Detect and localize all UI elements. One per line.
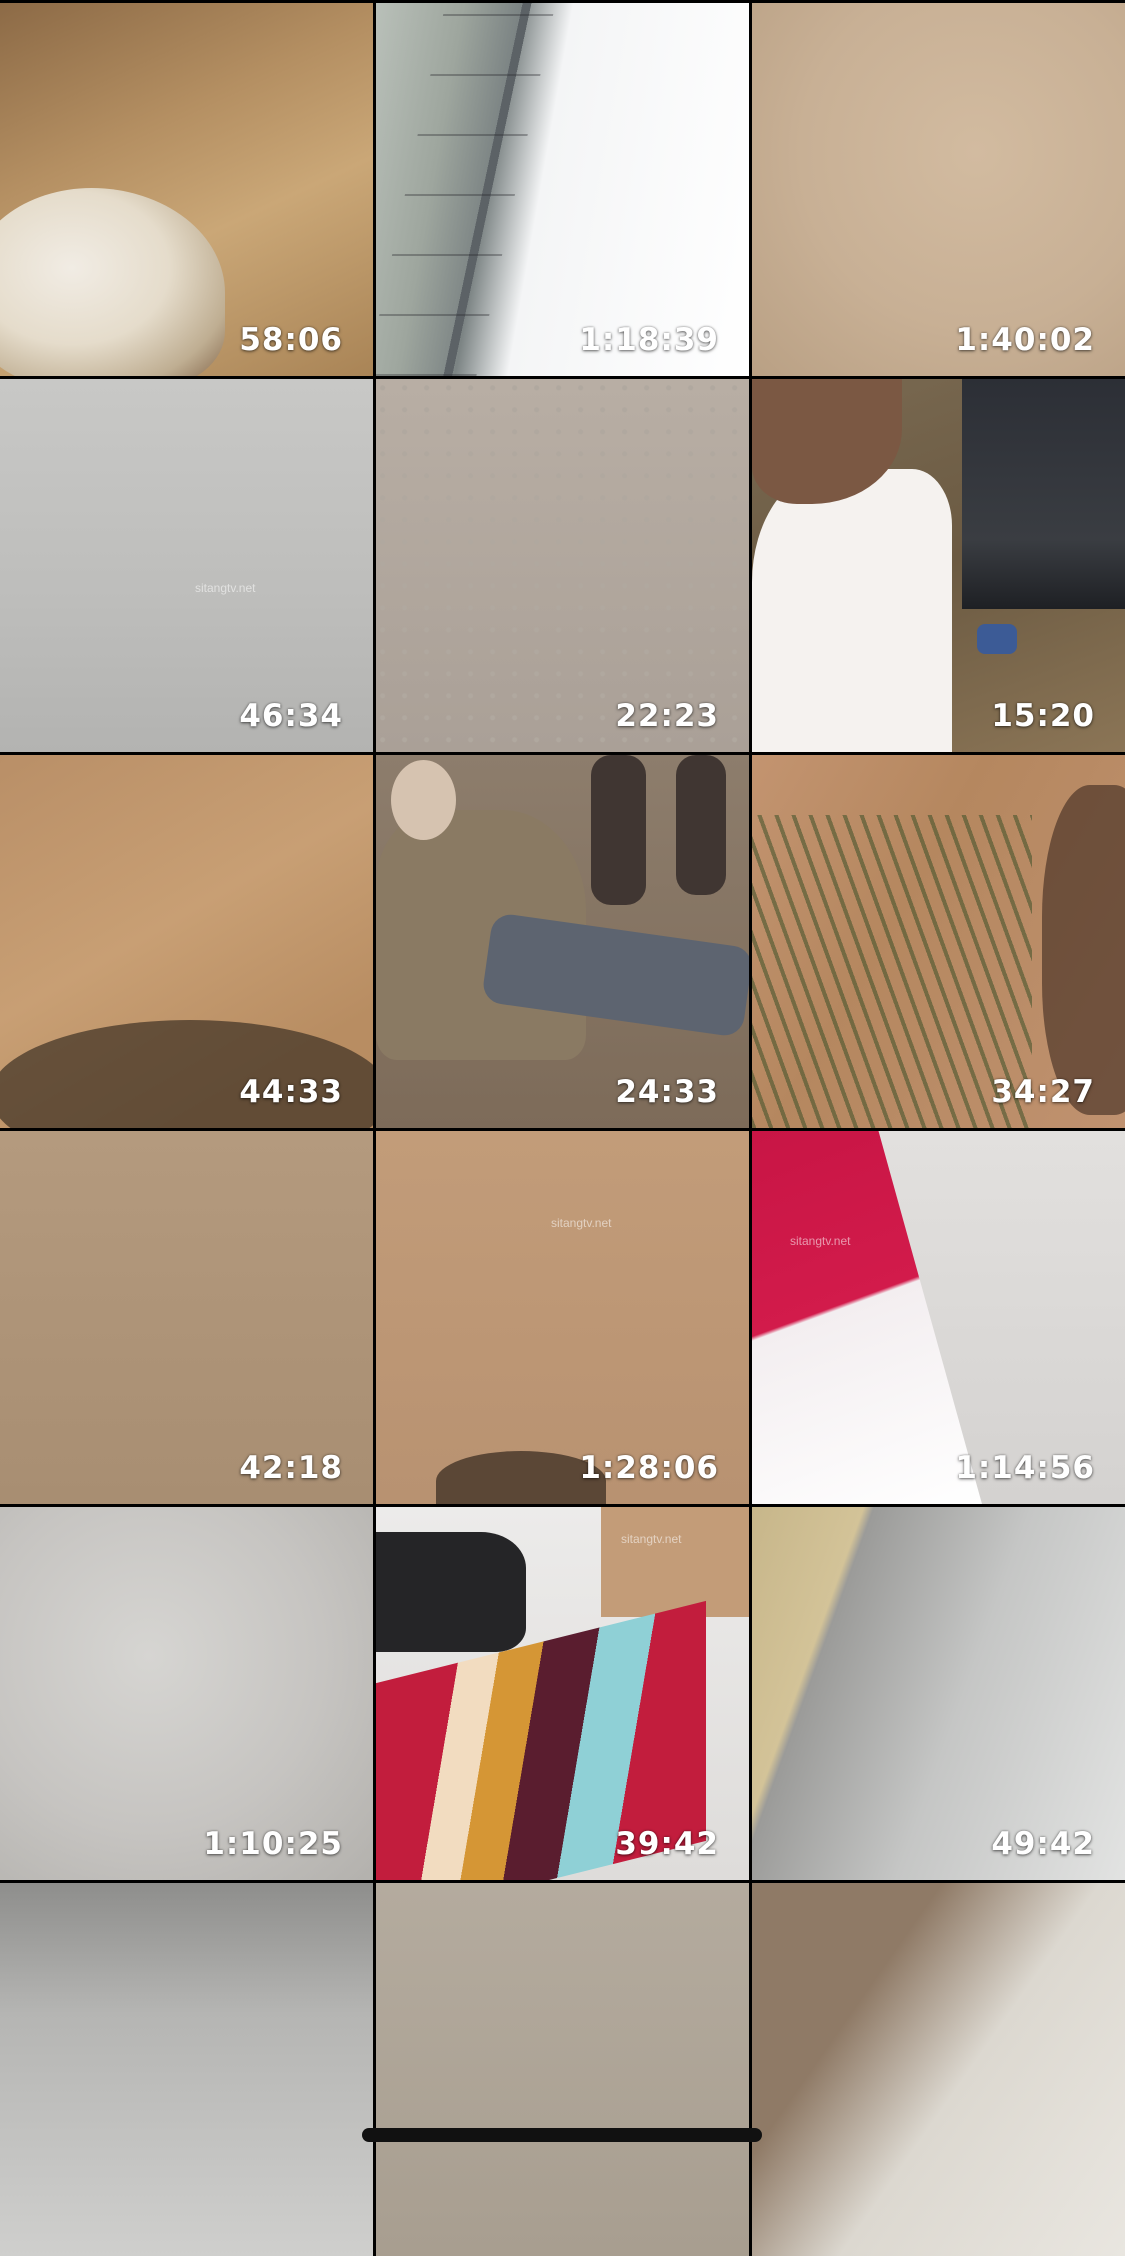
thumbnail-image xyxy=(0,1507,373,1880)
video-thumbnail[interactable]: sitangtv.net 1:14:56 xyxy=(752,1131,1125,1504)
video-thumbnail[interactable]: 34:27 xyxy=(752,755,1125,1128)
thumbnail-image xyxy=(376,1507,749,1880)
thumbnail-image xyxy=(752,379,1125,752)
video-thumbnail[interactable]: 44:33 xyxy=(0,755,373,1128)
thumbnail-image xyxy=(376,1131,749,1504)
thumbnail-image xyxy=(752,1507,1125,1880)
thumbnail-image xyxy=(376,3,749,376)
video-duration: 15:20 xyxy=(991,698,1095,734)
video-thumbnail[interactable] xyxy=(0,1883,373,2256)
video-duration: 44:33 xyxy=(239,1074,343,1110)
video-thumbnail[interactable] xyxy=(376,1883,749,2256)
video-thumbnail[interactable]: sitangtv.net 46:34 xyxy=(0,379,373,752)
thumbnail-image xyxy=(376,1883,749,2256)
video-duration: 22:23 xyxy=(615,698,719,734)
video-duration: 42:18 xyxy=(239,1450,343,1486)
home-indicator[interactable] xyxy=(362,2128,762,2142)
video-thumbnail[interactable]: 49:42 xyxy=(752,1507,1125,1880)
thumbnail-image xyxy=(0,379,373,752)
watermark-text: sitangtv.net xyxy=(551,1216,612,1230)
video-duration: 1:18:39 xyxy=(579,322,719,358)
video-duration: 24:33 xyxy=(615,1074,719,1110)
thumbnail-image xyxy=(0,1883,373,2256)
video-duration: 1:28:06 xyxy=(579,1450,719,1486)
video-thumbnail-grid: 58:06 1:18:39 1:40:02 sitangtv.net 46:34… xyxy=(0,3,1125,2256)
thumbnail-image xyxy=(0,3,373,376)
watermark-text: sitangtv.net xyxy=(790,1234,851,1248)
thumbnail-image xyxy=(376,379,749,752)
video-thumbnail[interactable]: 15:20 xyxy=(752,379,1125,752)
video-duration: 34:27 xyxy=(991,1074,1095,1110)
video-thumbnail[interactable]: 24:33 xyxy=(376,755,749,1128)
video-duration: 1:10:25 xyxy=(203,1826,343,1862)
thumbnail-image xyxy=(752,1883,1125,2256)
video-duration: 46:34 xyxy=(239,698,343,734)
video-duration: 1:14:56 xyxy=(955,1450,1095,1486)
watermark-text: sitangtv.net xyxy=(195,581,256,595)
thumbnail-image xyxy=(752,755,1125,1128)
thumbnail-image xyxy=(752,3,1125,376)
thumbnail-image xyxy=(752,1131,1125,1504)
video-thumbnail[interactable]: 22:23 xyxy=(376,379,749,752)
video-thumbnail[interactable]: sitangtv.net 39:42 xyxy=(376,1507,749,1880)
thumbnail-image xyxy=(376,755,749,1128)
thumbnail-image xyxy=(0,1131,373,1504)
video-duration: 39:42 xyxy=(615,1826,719,1862)
video-thumbnail[interactable]: 1:40:02 xyxy=(752,3,1125,376)
video-duration: 49:42 xyxy=(991,1826,1095,1862)
video-thumbnail[interactable]: 42:18 xyxy=(0,1131,373,1504)
thumbnail-image xyxy=(0,755,373,1128)
video-thumbnail[interactable] xyxy=(752,1883,1125,2256)
video-duration: 1:40:02 xyxy=(955,322,1095,358)
video-duration: 58:06 xyxy=(239,322,343,358)
video-thumbnail[interactable]: 58:06 xyxy=(0,3,373,376)
video-thumbnail[interactable]: 1:10:25 xyxy=(0,1507,373,1880)
video-thumbnail[interactable]: 1:18:39 xyxy=(376,3,749,376)
watermark-text: sitangtv.net xyxy=(621,1532,682,1546)
video-thumbnail[interactable]: sitangtv.net 1:28:06 xyxy=(376,1131,749,1504)
